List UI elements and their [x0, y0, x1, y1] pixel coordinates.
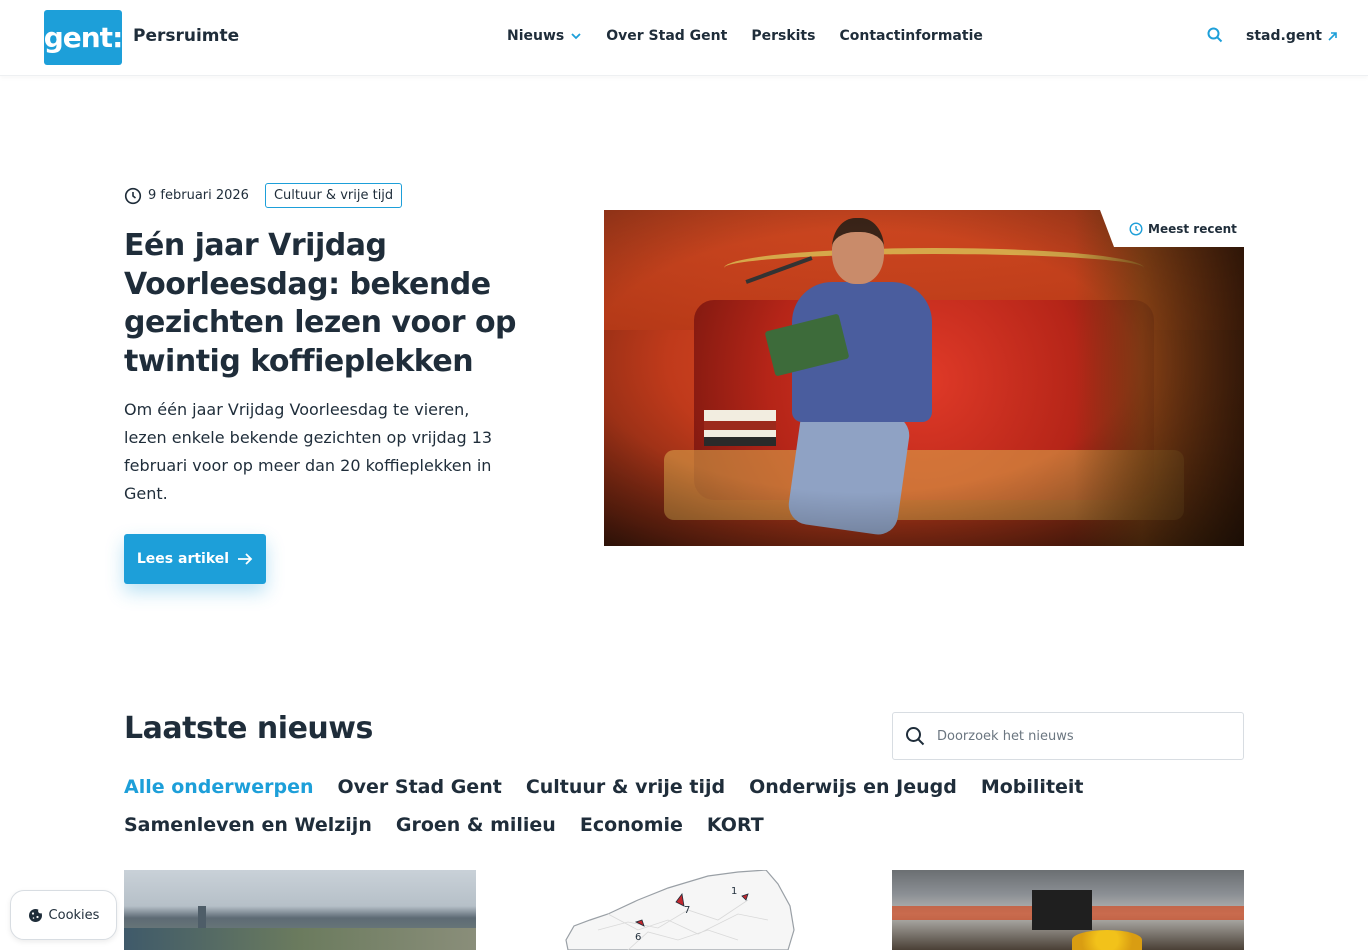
- badge-label: Meest recent: [1148, 221, 1237, 236]
- hero-date-text: 9 februari 2026: [148, 188, 249, 203]
- hero-image[interactable]: [604, 210, 1244, 546]
- read-article-button[interactable]: Lees artikel: [124, 534, 266, 584]
- topic-mobiliteit[interactable]: Mobiliteit: [981, 774, 1084, 800]
- nav-item-label: Nieuws: [507, 28, 565, 44]
- topic-groen-milieu[interactable]: Groen & milieu: [396, 812, 556, 838]
- topic-kort[interactable]: KORT: [707, 812, 764, 838]
- image-landscape: [124, 928, 476, 950]
- clock-icon: [1129, 221, 1143, 236]
- hero-title[interactable]: Eén jaar Vrijdag Voorleesdag: bekende ge…: [124, 227, 524, 381]
- arrow-right-icon: [238, 553, 253, 565]
- image-sunflowers: [1072, 930, 1142, 950]
- news-card-image-market[interactable]: [892, 870, 1244, 950]
- most-recent-badge: Meest recent: [1100, 210, 1244, 247]
- main-nav: Nieuws Over Stad Gent Perskits Contactin…: [507, 28, 1007, 44]
- latest-news-title: Laatste nieuws: [124, 711, 373, 746]
- hero-meta: 9 februari 2026 Cultuur & vrije tijd: [124, 183, 403, 208]
- news-search-input[interactable]: [937, 728, 1227, 744]
- hero-date: 9 februari 2026: [124, 187, 249, 205]
- topic-cultuur-vrije-tijd[interactable]: Cultuur & vrije tijd: [526, 774, 725, 800]
- map-graphic: 1 7 6: [565, 870, 795, 950]
- nav-item-over-stad-gent[interactable]: Over Stad Gent: [606, 28, 727, 44]
- image-tower: [198, 906, 206, 930]
- topic-filters: Alle onderwerpen Over Stad Gent Cultuur …: [124, 774, 1234, 838]
- nav-item-label: Perskits: [751, 28, 816, 44]
- gent-logo[interactable]: gent:: [44, 10, 123, 65]
- nav-item-perskits[interactable]: Perskits: [751, 28, 815, 44]
- news-card-image-aerial[interactable]: [124, 870, 476, 950]
- category-tag[interactable]: Cultuur & vrije tijd: [264, 183, 403, 208]
- read-article-label: Lees artikel: [136, 551, 230, 567]
- cookies-button[interactable]: Cookies: [10, 890, 117, 940]
- image-vignette: [604, 210, 1244, 546]
- site-header: gent: Persruimte Nieuws Over Stad Gent P…: [0, 0, 1368, 76]
- topic-economie[interactable]: Economie: [580, 812, 683, 838]
- nav-item-label: Over Stad Gent: [606, 28, 728, 44]
- cookies-label: Cookies: [48, 907, 100, 923]
- chevron-down-icon: [571, 33, 581, 40]
- map-label: 6: [635, 932, 641, 943]
- image-door: [1032, 890, 1092, 930]
- topic-samenleven-en-welzijn[interactable]: Samenleven en Welzijn: [124, 812, 372, 838]
- news-card-image-map[interactable]: 1 7 6: [508, 870, 860, 950]
- external-arrow-icon: [1328, 31, 1337, 41]
- clock-icon: [124, 187, 142, 204]
- nav-item-label: Contactinformatie: [839, 28, 983, 44]
- search-icon[interactable]: [1206, 26, 1224, 44]
- topic-onderwijs-en-jeugd[interactable]: Onderwijs en Jeugd: [749, 774, 957, 800]
- site-name[interactable]: Persruimte: [133, 26, 239, 46]
- map-label: 7: [684, 905, 690, 916]
- cookie-icon: [28, 908, 43, 922]
- search-icon: [906, 727, 925, 746]
- nav-item-nieuws[interactable]: Nieuws: [507, 28, 582, 44]
- map-label: 1: [731, 886, 737, 897]
- topic-alle-onderwerpen[interactable]: Alle onderwerpen: [124, 774, 314, 800]
- topic-over-stad-gent[interactable]: Over Stad Gent: [338, 774, 502, 800]
- stad-gent-link[interactable]: stad.gent: [1246, 28, 1338, 44]
- nav-item-contactinformatie[interactable]: Contactinformatie: [839, 28, 982, 44]
- hero-summary: Om één jaar Vrijdag Voorleesdag te viere…: [124, 400, 493, 503]
- external-link-label: stad.gent: [1246, 28, 1322, 44]
- news-search-field[interactable]: [892, 712, 1244, 760]
